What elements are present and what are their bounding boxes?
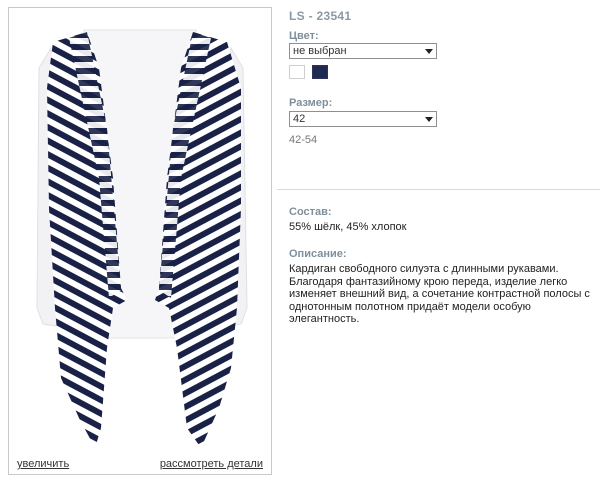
color-swatch-navy[interactable] [312,65,328,79]
size-label: Размер: [289,97,333,109]
color-select[interactable]: не выбран [289,43,437,59]
section-divider [277,189,600,190]
size-range: 42-54 [289,134,318,146]
product-info-panel: LS - 23541 Цвет: не выбран Размер: 42 42… [277,0,600,484]
color-select-value: не выбран [293,45,347,57]
description-line: Благодаря фантазийному крою переда, изде… [289,275,568,288]
description-line: изменяет внешний вид, а сочетание контра… [289,288,590,300]
description-label: Описание: [289,248,347,260]
product-photo-frame: увеличить рассмотреть детали [8,7,272,475]
size-select[interactable]: 42 [289,111,437,127]
view-details-link[interactable]: рассмотреть детали [160,458,263,470]
description-line: Кардиган свободного силуэта с длинными р… [289,263,559,275]
dropdown-arrow-icon [425,117,433,122]
description-line: однотонным полотном придаёт модели особу… [289,300,531,326]
product-image[interactable] [9,8,271,448]
color-swatch-white[interactable] [289,65,305,79]
zoom-link[interactable]: увеличить [17,458,69,470]
dropdown-arrow-icon [425,49,433,54]
description-text: Кардиган свободного силуэта с длинными р… [289,263,594,326]
composition-label: Состав: [289,206,332,218]
color-label: Цвет: [289,30,319,42]
product-sku: LS - 23541 [289,9,352,23]
size-select-value: 42 [293,113,306,125]
composition-value: 55% шёлк, 45% хлопок [289,221,407,233]
